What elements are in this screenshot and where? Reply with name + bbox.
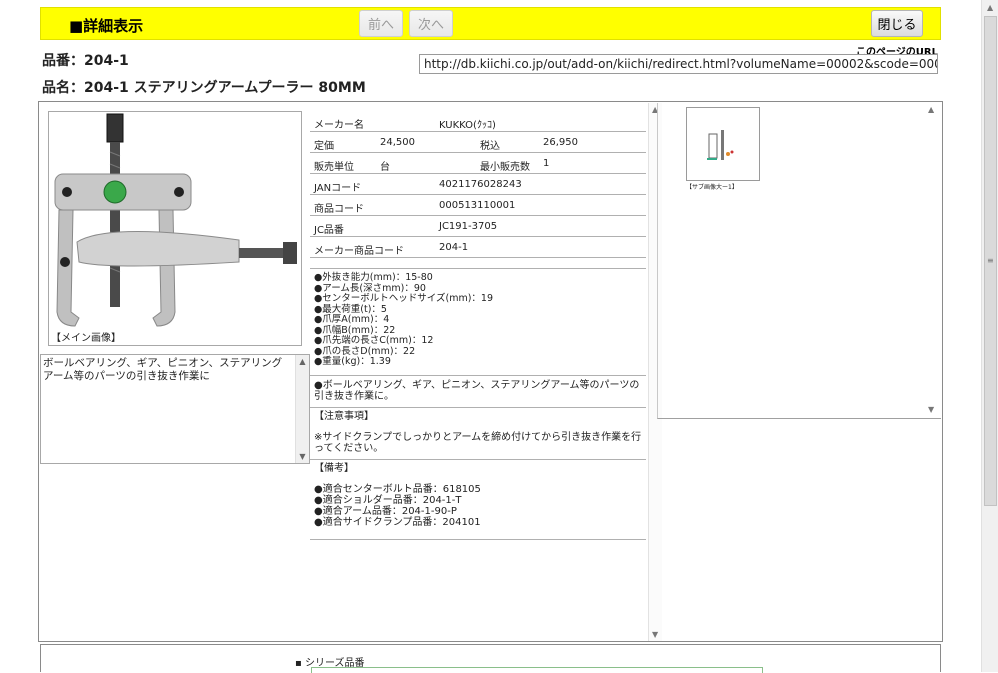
features-list: ●外抜き能力(mm)：15-80 ●アーム長(深さmm)：90 ●センターボルト… — [314, 272, 644, 368]
spec-value: 4021176028243 — [439, 179, 522, 190]
scroll-down-icon[interactable]: ▼ — [652, 630, 658, 639]
page-scrollbar[interactable]: ▲ ≡ — [981, 0, 998, 672]
spec-row-jan: JANコード 4021176028243 — [310, 174, 646, 195]
spec-row-maker: メーカー名 KUKKO(ｸｯｺ) — [310, 111, 646, 132]
spec-label: 定価 — [314, 141, 334, 152]
note-item: ●適合アーム品番：204-1-90-P — [314, 506, 457, 517]
arm-right — [152, 209, 176, 327]
page-url-field[interactable]: http://db.kiichi.co.jp/out/add-on/kiichi… — [419, 54, 938, 74]
spec-row-unit: 販売単位 台 最小販売数 1 — [310, 153, 646, 174]
spec-label: 最小販売数 — [480, 162, 530, 173]
notes-list: ●適合センターボルト品番：618105 ●適合ショルダー品番：204-1-T ●… — [314, 484, 644, 528]
main-image-label: 【メイン画像】 — [51, 333, 121, 344]
bolt-head — [106, 113, 124, 143]
summary-text: ●ボールベアリング、ギア、ピニオン、ステアリングアーム等のパーツの引き抜き作業に… — [314, 380, 640, 402]
main-image[interactable]: 【メイン画像】 — [48, 111, 302, 346]
description-scrollbar[interactable]: ▲ ▼ — [295, 355, 309, 463]
scroll-up-icon[interactable]: ▲ — [987, 3, 993, 12]
side-clamp — [76, 230, 240, 267]
header-bar: ■詳細表示 前へ 次へ 閉じる — [40, 7, 941, 40]
clamp-bolt — [239, 248, 285, 258]
next-button[interactable]: 次へ — [409, 10, 453, 37]
scroll-up-icon[interactable]: ▲ — [928, 105, 934, 114]
description-box[interactable]: ボールベアリング、ギア、ピニオン、ステアリングアーム等のパーツの引き抜き作業に … — [40, 354, 310, 464]
divider — [310, 268, 646, 269]
spec-value: JC191-3705 — [439, 221, 498, 232]
thumb-shape — [721, 130, 724, 160]
feature-item: ●センターボルトヘッドサイズ(mm)：19 — [314, 293, 494, 304]
item-name: 品名：204-1 ステアリングアームプーラー 80MM — [42, 80, 366, 96]
center-nut — [103, 180, 127, 204]
arm-left — [56, 209, 80, 327]
divider — [310, 459, 646, 460]
page-title: ■詳細表示 — [69, 17, 144, 35]
thumb-shape — [707, 158, 717, 160]
crossbar-screw-right — [174, 187, 184, 197]
caution-text: ※サイドクランプでしっかりとアームを締め付けてから引き抜き作業を行ってください。 — [314, 432, 642, 454]
note-item: ●適合サイドクランプ品番：204101 — [314, 517, 481, 528]
feature-item: ●爪先端の長さC(mm)：12 — [314, 335, 434, 346]
spec-value: 000513110001 — [439, 200, 516, 211]
feature-item: ●重量(kg)：1.39 — [314, 356, 391, 367]
sub-image-panel: 【サブ画像大ー1】 ▲ ▼ — [657, 103, 941, 419]
spec-value: KUKKO(ｸｯｺ) — [439, 120, 496, 131]
spec-value: 204-1 — [439, 242, 469, 253]
spec-label: メーカー名 — [314, 120, 364, 131]
clamp-bolt-head — [283, 242, 297, 264]
spec-value: 1 — [543, 158, 550, 169]
thumb-shape — [708, 133, 718, 159]
series-panel: ▪ シリーズ品番 — [40, 644, 941, 673]
puller-image — [54, 113, 297, 327]
spec-row-code: 商品コード 000513110001 — [310, 195, 646, 216]
feature-item: ●外抜き能力(mm)：15-80 — [314, 272, 433, 283]
spec-label: メーカー商品コード — [314, 246, 404, 257]
scroll-down-icon[interactable]: ▼ — [928, 405, 934, 414]
thumbnail-label: 【サブ画像大ー1】 — [686, 184, 738, 191]
spec-label: JANコード — [314, 183, 362, 194]
crossbar-screw-left — [62, 187, 72, 197]
divider — [310, 539, 646, 540]
thumbnail-image — [707, 130, 734, 160]
prev-button[interactable]: 前へ — [359, 10, 403, 37]
sub-image-thumbnail[interactable] — [686, 107, 760, 181]
spec-value: 24,500 — [380, 137, 415, 148]
thumb-shape — [726, 152, 730, 156]
item-number: 品番：204-1 — [42, 53, 129, 69]
scroll-grip-icon: ≡ — [987, 256, 994, 265]
divider — [310, 407, 646, 408]
scroll-down-icon[interactable]: ▼ — [296, 450, 309, 463]
description-text: ボールベアリング、ギア、ピニオン、ステアリングアーム等のパーツの引き抜き作業に — [43, 357, 283, 382]
notes-heading: 【備考】 — [314, 463, 354, 474]
scroll-up-icon[interactable]: ▲ — [296, 355, 309, 368]
close-button[interactable]: 閉じる — [871, 10, 923, 37]
caution-heading: 【注意事項】 — [314, 411, 374, 422]
spec-row-price: 定価 24,500 税込 26,950 — [310, 132, 646, 153]
spec-row-jc: JC品番 JC191-3705 — [310, 216, 646, 237]
note-item: ●適合ショルダー品番：204-1-T — [314, 495, 462, 506]
series-table — [311, 667, 763, 673]
spec-label: JC品番 — [314, 225, 344, 236]
clamp-screw — [60, 257, 70, 267]
spec-row-maker-code: メーカー商品コード 204-1 — [310, 237, 646, 258]
divider — [310, 375, 646, 376]
spec-label: 税込 — [480, 141, 500, 152]
spec-table: メーカー名 KUKKO(ｸｯｺ) 定価 24,500 税込 26,950 販売単… — [310, 111, 646, 258]
note-item: ●適合センターボルト品番：618105 — [314, 484, 481, 495]
spec-label: 商品コード — [314, 204, 364, 215]
center-bolt — [110, 142, 120, 307]
spec-value: 26,950 — [543, 137, 578, 148]
detail-frame: 【メイン画像】 ボールベアリング、ギア、ピニオン、ステアリングアーム等のパーツの… — [38, 101, 943, 642]
thumb-shape — [730, 150, 734, 154]
feature-item: ●爪厚A(mm)：4 — [314, 314, 390, 325]
spec-value: 台 — [380, 162, 390, 173]
spec-label: 販売単位 — [314, 162, 354, 173]
